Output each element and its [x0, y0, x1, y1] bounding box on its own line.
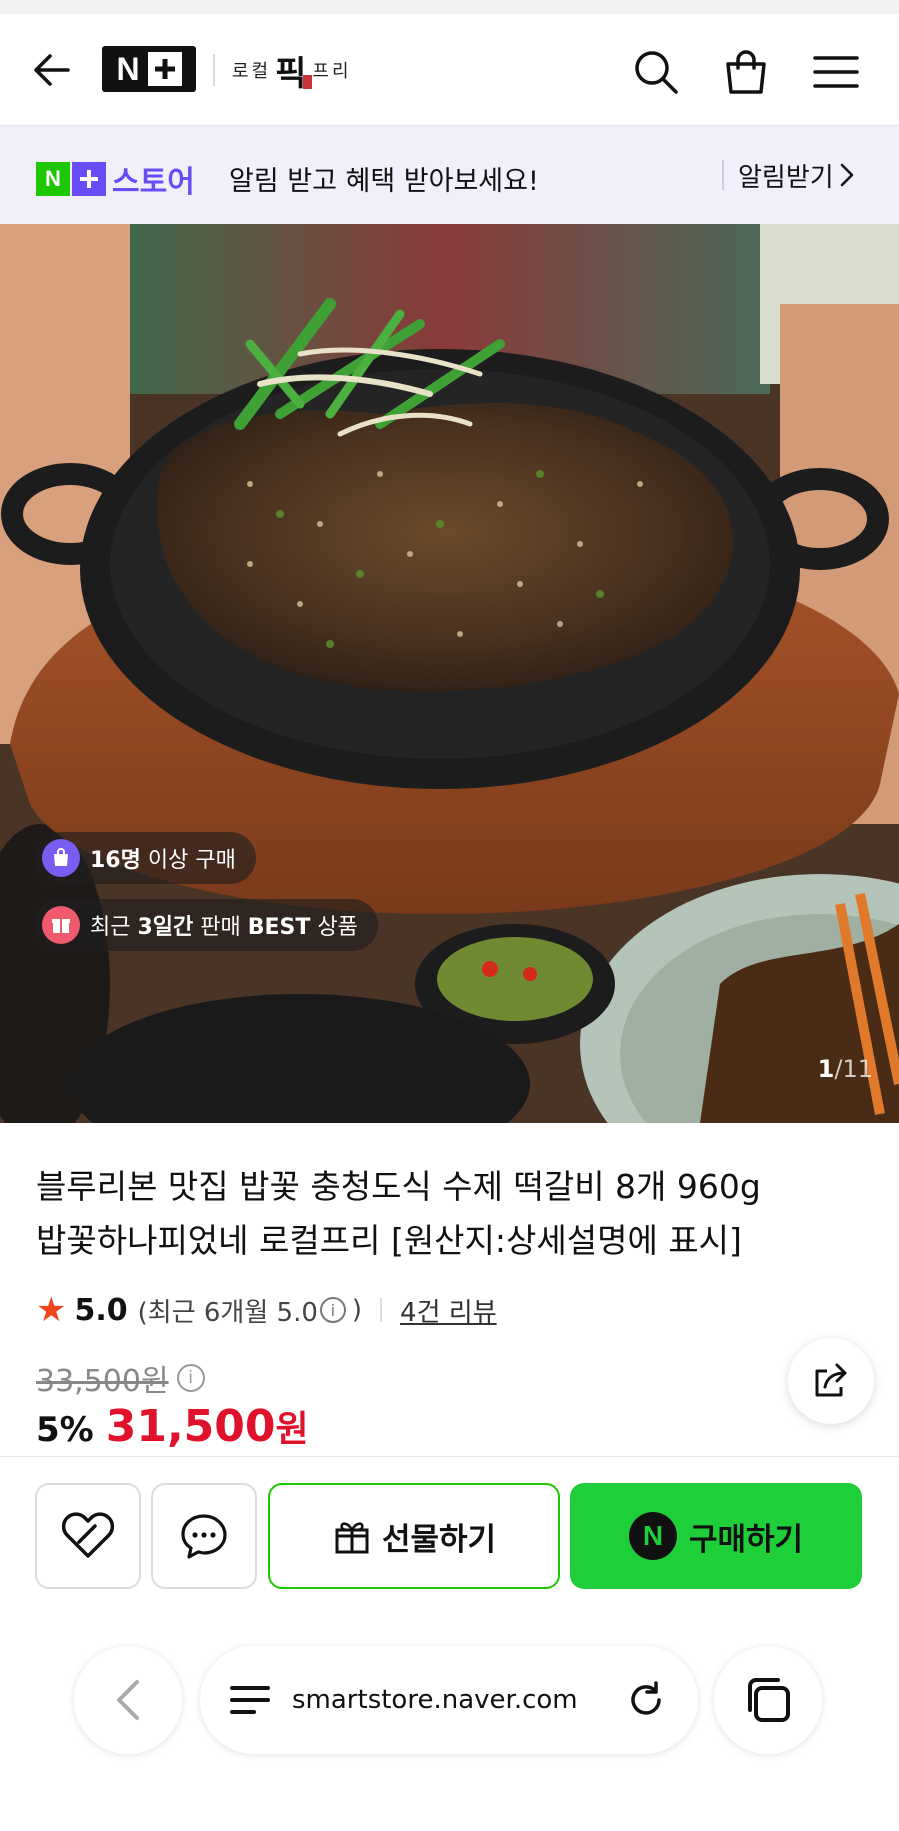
- store-badge-plus: [72, 162, 106, 196]
- original-price: 33,500원: [36, 1364, 169, 1399]
- brand-divider: [213, 54, 215, 86]
- buy-label: 구매하기: [688, 1521, 804, 1558]
- shopping-bag-icon: [726, 50, 766, 94]
- hamburger-menu-icon: [813, 56, 859, 88]
- brand-name-right: 프리: [312, 61, 352, 82]
- chevron-left-icon: [117, 1680, 139, 1720]
- image-counter-current: 1: [817, 1055, 835, 1083]
- search-button[interactable]: [628, 44, 684, 100]
- recent-rating-close: ): [351, 1295, 363, 1325]
- status-strip: [0, 0, 899, 14]
- product-title: 블루리본 맛집 밥꽃 충청도식 수제 떡갈비 8개 960g 밥꽃하나피었네 로…: [36, 1160, 836, 1268]
- sale-price: 31,500: [105, 1401, 276, 1452]
- image-counter: 1 / 11: [818, 1044, 873, 1094]
- store-label: 스토어: [112, 165, 195, 200]
- gift-badge-icon: [42, 906, 80, 944]
- tabs-icon: [748, 1678, 790, 1722]
- notification-divider: [722, 160, 724, 190]
- subscribe-alerts-link[interactable]: 알림받기: [738, 156, 856, 194]
- share-icon: [815, 1363, 847, 1397]
- page-menu-icon[interactable]: [230, 1680, 270, 1720]
- wishlist-button[interactable]: [35, 1483, 141, 1589]
- address-bar[interactable]: smartstore.naver.com: [200, 1646, 698, 1754]
- original-price-row: 33,500원 i: [36, 1356, 205, 1400]
- chat-bubble-icon: [181, 1514, 227, 1559]
- brand-name-left: 로컬: [232, 61, 272, 82]
- rating-info-icon[interactable]: i: [319, 1297, 346, 1323]
- purchase-action-bar: 선물하기 N 구매하기: [0, 1456, 899, 1596]
- recent-rating-text: (최근 6개월 5.0: [137, 1297, 318, 1328]
- url-text: smartstore.naver.com: [292, 1685, 578, 1715]
- share-button[interactable]: [788, 1338, 874, 1424]
- image-counter-total: 11: [842, 1055, 873, 1083]
- rating-divider: [380, 1298, 383, 1322]
- menu-button[interactable]: [808, 44, 864, 100]
- price-info-icon[interactable]: i: [176, 1364, 205, 1392]
- star-icon: ★: [36, 1290, 67, 1330]
- back-button[interactable]: [26, 44, 78, 96]
- reload-icon[interactable]: [624, 1678, 668, 1722]
- product-photo: [0, 224, 899, 1123]
- cart-button[interactable]: [718, 44, 774, 100]
- gift-icon: [335, 1522, 369, 1554]
- purchase-count-text: 16명 이상 구매: [90, 848, 236, 873]
- shopping-bag-badge-icon: [42, 839, 80, 877]
- image-counter-separator: /: [834, 1055, 843, 1083]
- product-image-carousel[interactable]: 16명 이상 구매 최근 3일간 판매 BEST 상품 1 / 11: [0, 224, 899, 1123]
- store-badge-n: N: [36, 162, 70, 196]
- sale-price-row: 5% 31,500 원: [36, 1400, 309, 1458]
- nplus-logo-n: N: [116, 50, 140, 87]
- browser-toolbar: smartstore.naver.com: [0, 1596, 899, 1831]
- plus-icon: [147, 52, 182, 86]
- back-arrow-icon: [34, 54, 70, 86]
- discount-percent: 5%: [36, 1410, 94, 1450]
- notification-banner: N 스토어 알림 받고 혜택 받아보세요! 알림받기: [0, 126, 899, 224]
- purchase-count-badge: 16명 이상 구매: [34, 832, 256, 884]
- nplus-store-badge: N 스토어: [36, 157, 195, 201]
- brand-stamp: [303, 75, 313, 89]
- brand-logo[interactable]: 로컬 픽 프리: [232, 50, 352, 94]
- heart-icon: [61, 1512, 115, 1558]
- browser-back-button[interactable]: [74, 1646, 182, 1754]
- naver-pay-icon: N: [628, 1512, 677, 1560]
- reviews-link[interactable]: 4건 리뷰: [400, 1292, 497, 1329]
- rating-score: 5.0: [74, 1292, 128, 1328]
- talk-button[interactable]: [151, 1483, 257, 1589]
- subscribe-alerts-label: 알림받기: [738, 162, 834, 193]
- product-title-line-2: 밥꽃하나피었네 로컬프리 [원산지:상세설명에 표시]: [36, 1221, 742, 1260]
- search-icon: [635, 51, 678, 94]
- best-seller-text: 최근 3일간 판매 BEST 상품: [90, 915, 358, 940]
- currency-label: 원: [275, 1409, 309, 1450]
- gift-button[interactable]: 선물하기: [268, 1483, 560, 1589]
- gift-label: 선물하기: [381, 1521, 497, 1558]
- notification-message: 알림 받고 혜택 받아보세요!: [229, 166, 539, 197]
- rating-row: ★ 5.0 (최근 6개월 5.0 i ) 4건 리뷰: [36, 1288, 497, 1332]
- buy-button[interactable]: N 구매하기: [570, 1483, 862, 1589]
- tabs-button[interactable]: [714, 1646, 822, 1754]
- chevron-right-icon: [840, 163, 853, 187]
- nplus-store-logo[interactable]: N: [102, 46, 196, 92]
- store-header: N 로컬 픽 프리: [0, 14, 899, 126]
- product-title-line-1: 블루리본 맛집 밥꽃 충청도식 수제 떡갈비 8개 960g: [36, 1167, 761, 1206]
- best-seller-badge: 최근 3일간 판매 BEST 상품: [34, 899, 378, 951]
